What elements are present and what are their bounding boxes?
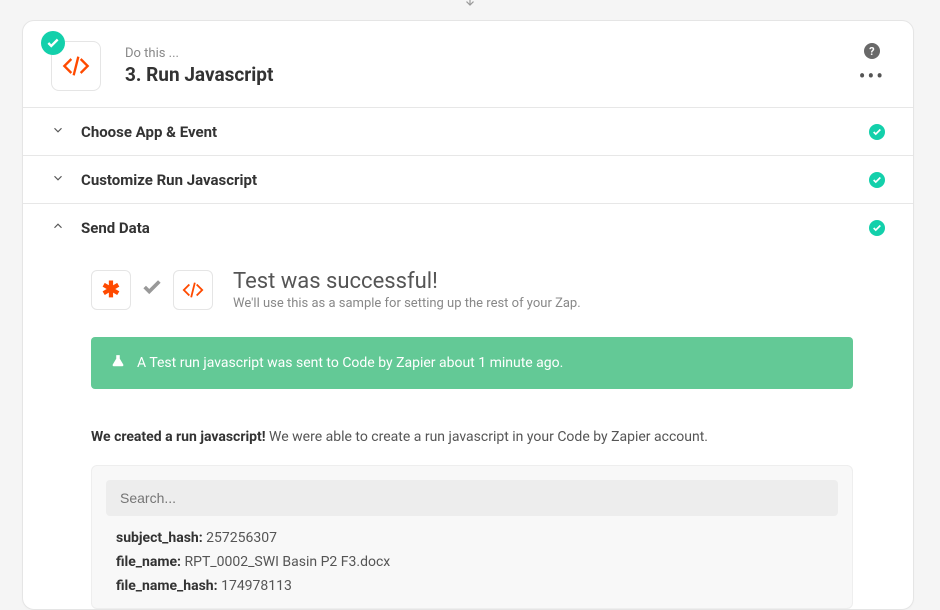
section-title: Send Data	[81, 219, 869, 237]
section-choose-app-event[interactable]: Choose App & Event	[23, 107, 913, 155]
field-value: 174978113	[218, 578, 292, 594]
code-icon	[173, 270, 213, 310]
field-key: subject_hash:	[116, 530, 203, 546]
section-customize[interactable]: Customize Run Javascript	[23, 155, 913, 203]
chevron-up-icon	[51, 218, 67, 237]
step-header: Do this ... 3. Run Javascript ? •••	[23, 21, 913, 107]
section-body: ✱ Test was successful! We'll use this as…	[23, 251, 913, 609]
output-field-row: subject_hash: 257256307	[92, 526, 852, 550]
more-options-icon[interactable]: •••	[859, 73, 885, 79]
grey-check-icon	[141, 276, 163, 304]
section-send-data[interactable]: Send Data	[23, 203, 913, 251]
help-icon[interactable]: ?	[864, 43, 880, 59]
output-data-panel: subject_hash: 257256307file_name: RPT_00…	[91, 465, 853, 609]
zapier-icon: ✱	[91, 270, 131, 310]
step-title: 3. Run Javascript	[125, 63, 885, 86]
flow-arrow-down-icon	[0, 0, 940, 8]
field-key: file_name_hash:	[116, 578, 218, 594]
output-field-row: file_name: RPT_0002_SWI Basin P2 F3.docx	[92, 550, 852, 574]
test-text: Test was successful! We'll use this as a…	[233, 269, 581, 311]
field-value: RPT_0002_SWI Basin P2 F3.docx	[181, 554, 390, 570]
test-icons: ✱	[91, 270, 213, 310]
created-rest: We were able to create a run javascript …	[266, 429, 708, 445]
banner-text: A Test run javascript was sent to Code b…	[137, 355, 563, 371]
chevron-down-icon	[51, 170, 67, 189]
step-icon-wrap	[51, 41, 101, 91]
step-header-text: Do this ... 3. Run Javascript	[125, 46, 885, 86]
complete-check-icon	[869, 172, 885, 188]
test-success-subtitle: We'll use this as a sample for setting u…	[233, 296, 581, 311]
section-title: Choose App & Event	[81, 123, 869, 141]
complete-check-icon	[869, 124, 885, 140]
chevron-down-icon	[51, 122, 67, 141]
section-title: Customize Run Javascript	[81, 171, 869, 189]
created-strong: We created a run javascript!	[91, 429, 266, 445]
field-key: file_name:	[116, 554, 181, 570]
flask-icon	[111, 353, 125, 373]
step-subtitle: Do this ...	[125, 46, 885, 61]
output-field-row: file_name_hash: 174978113	[92, 574, 852, 598]
step-card: Do this ... 3. Run Javascript ? ••• Choo…	[22, 20, 914, 610]
step-complete-badge	[41, 31, 65, 55]
success-banner: A Test run javascript was sent to Code b…	[91, 337, 853, 389]
test-success-row: ✱ Test was successful! We'll use this as…	[91, 251, 853, 321]
test-success-title: Test was successful!	[233, 269, 581, 294]
complete-check-icon	[869, 220, 885, 236]
search-input[interactable]	[106, 480, 838, 516]
created-message: We created a run javascript! We were abl…	[91, 429, 853, 445]
field-value: 257256307	[203, 530, 277, 546]
